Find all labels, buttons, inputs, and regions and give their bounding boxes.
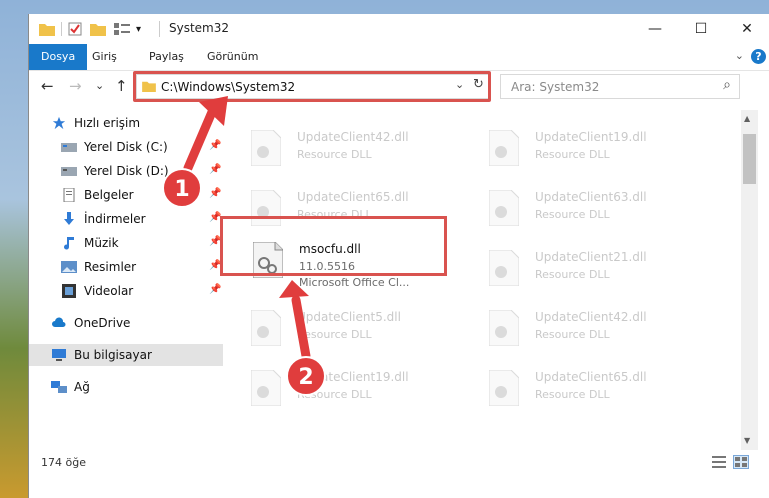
arrowhead-2 — [279, 280, 309, 298]
annotation-arrows — [183, 96, 311, 361]
arrow-2 — [291, 295, 311, 361]
step-badge-2: 2 — [286, 356, 326, 396]
arrow-1 — [183, 107, 217, 173]
step-badge-1: 1 — [162, 168, 202, 208]
